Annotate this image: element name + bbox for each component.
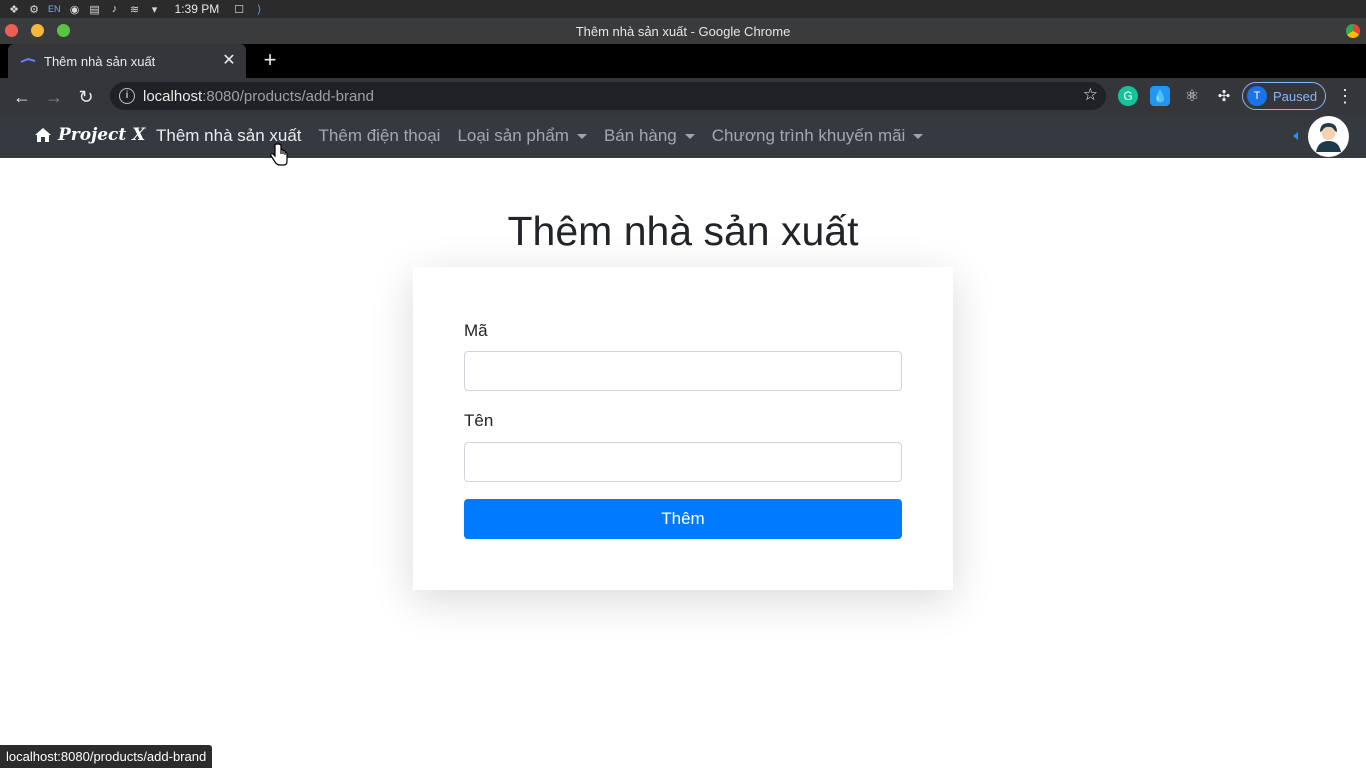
app-navbar: Project X Thêm nhà sản xuất Thêm điện th… [0,115,1366,158]
chrome-menu-icon[interactable]: ⋮ [1336,86,1354,106]
site-favicon-icon [20,53,36,69]
dropper-extension-icon[interactable]: 💧 [1150,86,1170,106]
nav-sales-dropdown[interactable]: Bán hàng [604,126,695,146]
system-clock[interactable]: 1:39 PM [175,2,220,16]
minimize-window-button[interactable] [31,24,44,37]
admin-avatar-icon [1316,123,1341,152]
close-window-button[interactable] [5,24,18,37]
link-status-bar: localhost:8080/products/add-brand [0,745,213,768]
add-brand-form-card: Mã Tên Thêm [413,267,953,590]
network-manager-icon[interactable]: ⚙ [28,3,40,16]
profile-status: Paused [1273,88,1318,104]
nav-label: Loại sản phẩm [457,126,569,145]
window-title: Thêm nhà sản xuất - Google Chrome [575,23,791,39]
system-tray: ❖ ⚙ EN ◉ ▤ ♪ ≋ ▾ 1:39 PM ☐ ⟩ [0,0,1366,18]
profile-avatar: T [1247,86,1267,106]
nav-product-types-dropdown[interactable]: Loại sản phẩm [457,126,587,146]
profile-button[interactable]: T Paused [1242,82,1326,110]
caret-down-icon [684,133,695,139]
code-label: Mã [464,321,488,340]
back-button[interactable]: ← [11,86,33,108]
vscode-icon[interactable]: ⟩ [253,3,265,16]
window-titlebar: Thêm nhà sản xuất - Google Chrome [0,18,1366,44]
close-tab-icon[interactable]: ✕ [220,52,238,70]
browser-toolbar: ← → ↻ i localhost:8080/products/add-bran… [0,78,1366,115]
tab-title: Thêm nhà sản xuất [44,53,156,69]
accessibility-icon[interactable]: ◉ [69,3,81,16]
clipboard-icon[interactable]: ▤ [89,3,101,16]
tab-add-brand[interactable]: Thêm nhà sản xuất ✕ [8,44,246,78]
page-title: Thêm nhà sản xuất [507,208,859,254]
dropbox-icon[interactable]: ❖ [8,3,20,16]
bookmark-star-icon[interactable]: ☆ [1083,85,1098,105]
name-label: Tên [464,411,494,430]
nav-promotions-dropdown[interactable]: Chương trình khuyến mãi [712,126,924,146]
hand-cursor-icon [269,143,288,166]
admin-avatar[interactable] [1308,116,1349,157]
window-icon[interactable]: ☐ [233,3,245,16]
new-tab-button[interactable]: + [258,49,282,73]
chrome-logo-icon [1346,24,1360,38]
keyboard-layout-indicator[interactable]: EN [48,4,61,14]
url-host: localhost [143,87,203,105]
tab-strip: Thêm nhà sản xuất ✕ + [0,44,1366,78]
nav-add-phone[interactable]: Thêm điện thoại [319,126,441,146]
nav-label: Bán hàng [603,126,677,145]
address-bar[interactable]: i localhost:8080/products/add-brand ☆ [110,82,1106,110]
wifi-icon[interactable]: ≋ [129,3,141,16]
name-input[interactable] [464,442,902,482]
code-input[interactable] [464,351,902,391]
tray-dropdown-icon[interactable]: ▾ [149,3,161,16]
caret-down-icon [913,133,924,139]
nav-label: Thêm điện thoại [318,126,441,145]
volume-icon[interactable]: ♪ [109,3,121,15]
url-path: :8080/products/add-brand [202,87,374,105]
nav-label: Chương trình khuyến mãi [711,126,906,145]
caret-down-icon [576,133,587,139]
brand-link[interactable]: Project X [34,125,145,145]
react-devtools-icon[interactable]: ⚛ [1182,86,1202,106]
caret-left-icon[interactable] [1293,132,1298,140]
home-icon [35,128,51,142]
site-info-icon[interactable]: i [119,88,135,104]
reload-button[interactable]: ↻ [75,86,97,108]
grammarly-extension-icon[interactable]: G [1118,86,1138,106]
submit-button[interactable]: Thêm [464,499,902,539]
brand-name: Project X [58,125,146,145]
extensions-puzzle-icon[interactable]: ✣ [1214,86,1234,106]
forward-button[interactable]: → [43,86,65,108]
maximize-window-button[interactable] [57,24,70,37]
